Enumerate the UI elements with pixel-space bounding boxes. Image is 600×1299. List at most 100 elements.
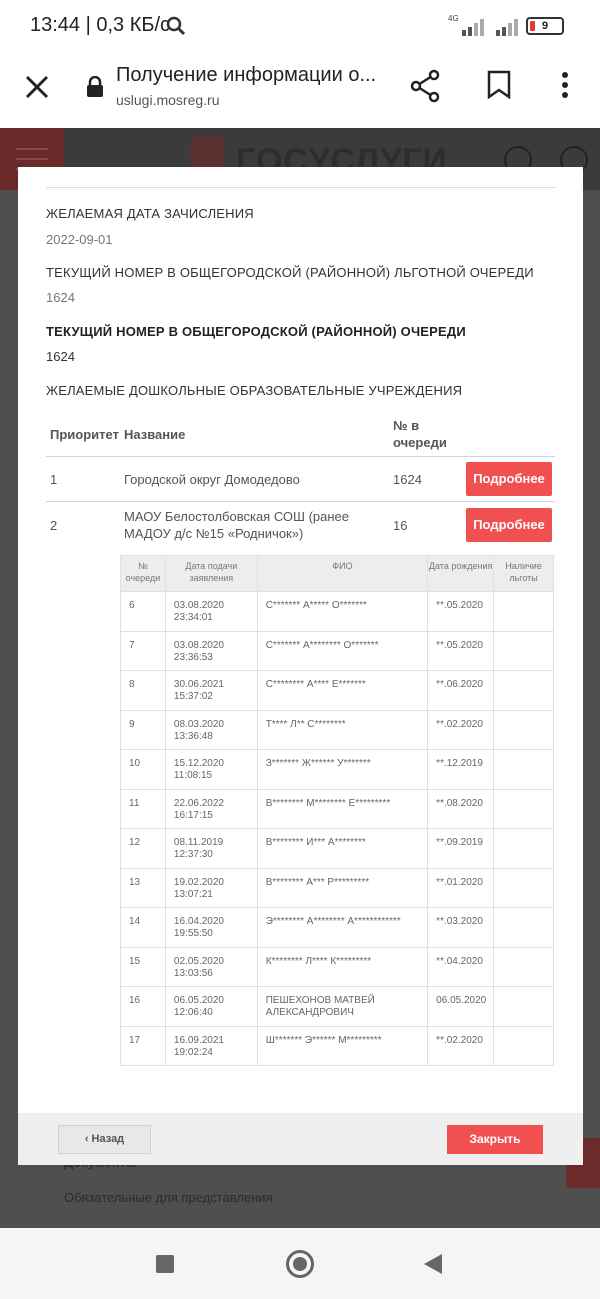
close-icon[interactable] [22,72,52,102]
queue-row: 17 16.09.2021 19:02:24 Ш******* Э****** М*… [120,1025,554,1066]
queue-table-header: № очереди Дата подачи заявления ФИО Дата… [120,555,554,592]
queue-table: № очереди Дата подачи заявления ФИО Дата… [120,555,554,1066]
back-nav-icon[interactable] [424,1254,442,1274]
fio-cell: В******** И*** А******** [256,828,429,869]
page-url[interactable]: uslugi.mosreg.ru [116,92,220,108]
queue-num-cell: 11 [120,788,166,829]
birth-date-cell: **.05.2020 [427,591,495,632]
queue-num-cell: 14 [120,907,166,948]
queue-table-body: 6 03.08.2020 23:34:01 С******* А***** О***… [120,591,554,1066]
queue-row: 8 30.06.2021 15:37:02 С******** А**** Е***… [120,670,554,711]
queue-num-cell: 16 [120,986,166,1027]
queue-row: 13 19.02.2020 13:07:21 В******** А*** Р***… [120,867,554,908]
institution-name: МАОУ Белостолбовская СОШ (ранее МАДОУ д/… [124,509,349,541]
submit-date-cell: 08.03.2020 13:36:48 [164,709,258,750]
col-benefit: Наличие льготы [493,555,554,592]
birth-date-cell: **.01.2020 [427,867,495,908]
institution-row: 2 МАОУ Белостолбовская СОШ (ранее МАДОУ … [46,502,555,548]
institutions-table-header: Приоритет Название № в очереди [46,417,555,457]
chevron-left-icon: ‹ [84,1133,92,1145]
benefit-cell [493,986,554,1027]
benefit-cell [493,1025,554,1066]
institution-priority: 2 [50,518,58,533]
fio-cell: С******* А***** О******* [256,591,429,632]
queue-num-cell: 10 [120,749,166,790]
queue-row: 15 02.05.2020 13:03:56 К******** Л**** К**… [120,946,554,987]
birth-date-cell: 06.05.2020 [427,986,495,1027]
birth-date-cell: **.02.2020 [427,1025,495,1066]
home-icon[interactable] [286,1250,314,1278]
back-button[interactable]: ‹ Назад [58,1125,151,1154]
institution-queue-no: 1624 [393,472,422,487]
field-label-enroll-date: ЖЕЛАЕМАЯ ДАТА ЗАЧИСЛЕНИЯ [46,206,254,221]
institution-row: 1 Городской округ Домодедово 1624 Подроб… [46,457,555,502]
col-birth-date: Дата рождения [427,555,495,592]
recent-apps-icon[interactable] [156,1255,174,1273]
col-name: Название [124,427,186,442]
benefit-cell [493,867,554,908]
submit-date-cell: 02.05.2020 13:03:56 [164,946,258,987]
fio-cell: Э******** А******** А************ [256,907,429,948]
share-icon[interactable] [408,68,444,104]
details-button[interactable]: Подробнее [466,508,552,542]
benefit-cell [493,709,554,750]
page-title: Получение информации о... [116,64,377,86]
fio-cell: ПЕШЕХОНОВ МАТВЕЙ АЛЕКСАНДРОВИЧ [256,986,429,1027]
fio-cell: С******** А**** Е******* [256,670,429,711]
queue-num-cell: 12 [120,828,166,869]
birth-date-cell: **.12.2019 [427,749,495,790]
fio-cell: З******* Ж****** У******* [256,749,429,790]
benefit-cell [493,749,554,790]
birth-date-cell: **.05.2020 [427,630,495,671]
birth-date-cell: **.09.2019 [427,828,495,869]
status-time: 13:44 | 0,3 КБ/с [30,14,171,36]
more-menu-icon[interactable] [556,70,574,100]
queue-row: 6 03.08.2020 23:34:01 С******* А***** О***… [120,591,554,632]
col-queue-no: № в очереди [393,418,447,450]
signal-icon [462,19,484,36]
queue-num-cell: 6 [120,591,166,632]
col-submit-date: Дата подачи заявления [164,555,258,592]
col-queue-num: № очереди [120,555,166,592]
benefit-cell [493,630,554,671]
queue-num-cell: 13 [120,867,166,908]
benefit-cell [493,946,554,987]
queue-row: 16 06.05.2020 12:06:40 ПЕШЕХОНОВ МАТВЕЙ АЛ… [120,986,554,1027]
birth-date-cell: **.03.2020 [427,907,495,948]
fio-cell: В******** А*** Р********* [256,867,429,908]
queue-row: 7 03.08.2020 23:36:53 С******* А******** О… [120,630,554,671]
fio-cell: С******* А******** О******* [256,630,429,671]
submit-date-cell: 03.08.2020 23:36:53 [164,630,258,671]
status-bar: 13:44 | 0,3 КБ/с 4G 9 [0,0,600,52]
benefit-cell [493,591,554,632]
fio-cell: Т**** Л** С******** [256,709,429,750]
network-type: 4G [448,14,459,23]
queue-row: 11 22.06.2022 16:17:15 В******** М********… [120,788,554,829]
institution-name: Городской округ Домодедово [124,472,300,487]
queue-row: 12 08.11.2019 12:37:30 В******** И*** А***… [120,828,554,869]
queue-row: 9 08.03.2020 13:36:48 Т**** Л** С******** *… [120,709,554,750]
fio-cell: В******** М******** Е********* [256,788,429,829]
queue-num-cell: 9 [120,709,166,750]
details-button[interactable]: Подробнее [466,462,552,496]
benefit-cell [493,828,554,869]
institutions-title: ЖЕЛАЕМЫЕ ДОШКОЛЬНЫЕ ОБРАЗОВАТЕЛЬНЫЕ УЧРЕ… [46,383,463,398]
field-value-enroll-date: 2022-09-01 [46,232,113,247]
submit-date-cell: 16.09.2021 19:02:24 [164,1025,258,1066]
modal-footer: ‹ Назад Закрыть [18,1113,583,1165]
submit-date-cell: 06.05.2020 12:06:40 [164,986,258,1027]
birth-date-cell: **.08.2020 [427,788,495,829]
submit-date-cell: 22.06.2022 16:17:15 [164,788,258,829]
battery-icon: 9 [526,17,564,35]
bookmark-icon[interactable] [486,70,512,100]
close-button[interactable]: Закрыть [447,1125,543,1154]
divider [46,187,555,188]
submit-date-cell: 03.08.2020 23:34:01 [164,591,258,632]
birth-date-cell: **.06.2020 [427,670,495,711]
fio-cell: К******** Л**** К********* [256,946,429,987]
queue-num-cell: 17 [120,1025,166,1066]
battery-level: 9 [541,20,549,32]
submit-date-cell: 16.04.2020 19:55:50 [164,907,258,948]
queue-row: 10 15.12.2020 11:08:15 З******* Ж****** У*… [120,749,554,790]
benefit-cell [493,788,554,829]
